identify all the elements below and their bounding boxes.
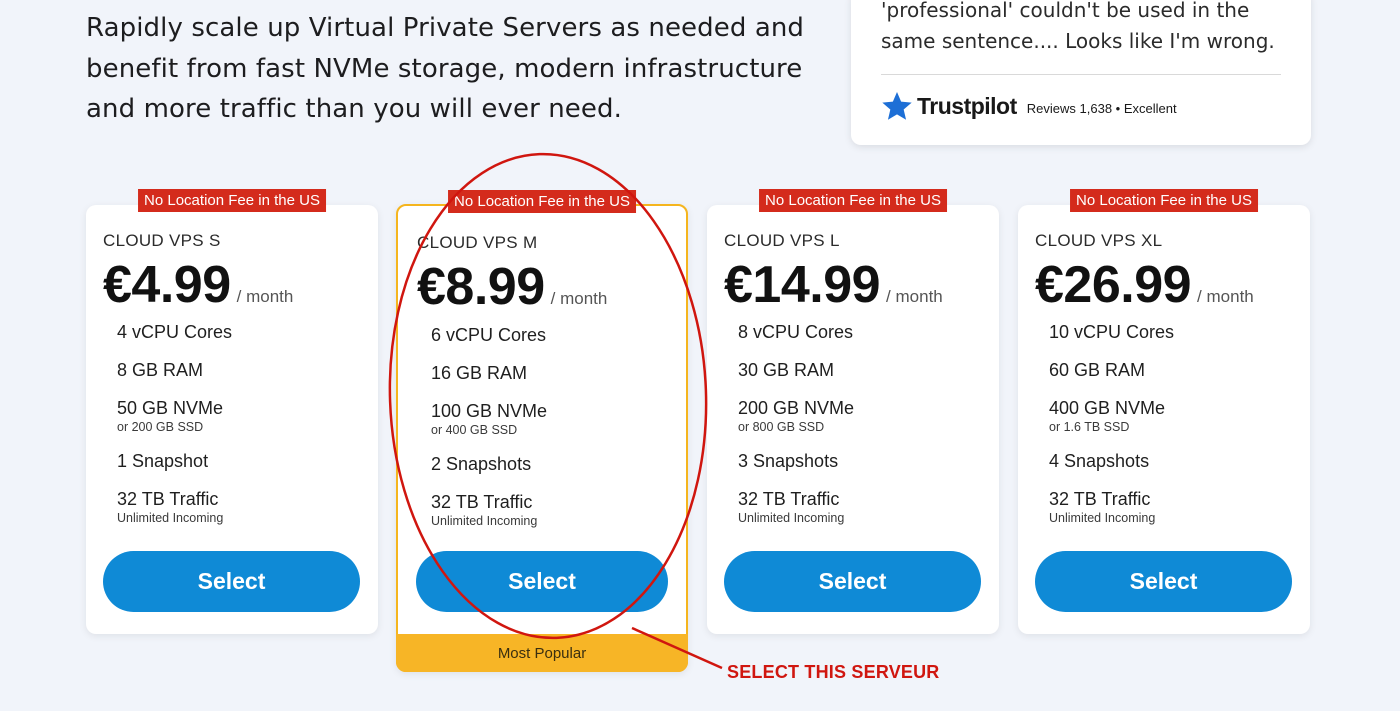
feature-snapshot: 1 Snapshot: [117, 451, 209, 471]
trustpilot-star-icon: [882, 92, 912, 120]
location-fee-badge: No Location Fee in the US: [138, 189, 326, 212]
review-quote: 'professional' couldn't be used in the s…: [881, 0, 1275, 53]
price-row: €26.99 / month: [1035, 255, 1254, 315]
feature-snapshot: 2 Snapshots: [431, 454, 532, 474]
select-button-s[interactable]: Select: [103, 551, 360, 612]
feature-snapshot: 4 Snapshots: [1049, 451, 1150, 471]
price-row: €8.99 / month: [417, 257, 607, 317]
select-button-m[interactable]: Select: [416, 551, 668, 612]
price-period: / month: [550, 289, 608, 308]
feature-storage: 100 GB NVMe or 400 GB SSD: [431, 401, 548, 437]
feature-cpu: 6 vCPU Cores: [431, 325, 547, 345]
feature-list: 4 vCPU Cores 8 GB RAM 50 GB NVMe or 200 G…: [117, 322, 368, 542]
feature-list: 8 vCPU Cores 30 GB RAM 200 GB NVMe or 800…: [738, 322, 989, 542]
plan-card-s: No Location Fee in the US CLOUD VPS S €4…: [86, 189, 378, 634]
review-card: 'professional' couldn't be used in the s…: [851, 0, 1311, 145]
feature-ram: 60 GB RAM: [1049, 360, 1146, 380]
feature-ram: 8 GB RAM: [117, 360, 204, 380]
select-button-l[interactable]: Select: [724, 551, 981, 612]
location-fee-badge: No Location Fee in the US: [1070, 189, 1258, 212]
plan-card-xl: No Location Fee in the US CLOUD VPS XL €…: [1018, 189, 1310, 634]
feature-traffic: 32 TB Traffic Unlimited Incoming: [738, 489, 845, 525]
feature-cpu: 10 vCPU Cores: [1049, 322, 1175, 342]
feature-ram: 16 GB RAM: [431, 363, 528, 383]
plan-price: €4.99: [103, 256, 231, 314]
feature-storage: 50 GB NVMe or 200 GB SSD: [117, 398, 224, 434]
price-row: €14.99 / month: [724, 255, 943, 315]
location-fee-badge: No Location Fee in the US: [448, 190, 636, 213]
feature-storage: 200 GB NVMe or 800 GB SSD: [738, 398, 855, 434]
select-button-xl[interactable]: Select: [1035, 551, 1292, 612]
feature-list: 10 vCPU Cores 60 GB RAM 400 GB NVMe or 1.…: [1049, 322, 1300, 542]
feature-ram: 30 GB RAM: [738, 360, 835, 380]
feature-cpu: 8 vCPU Cores: [738, 322, 854, 342]
plan-price: €14.99: [724, 256, 881, 314]
plan-price: €8.99: [417, 258, 545, 316]
most-popular-label: Most Popular: [396, 634, 688, 672]
feature-traffic: 32 TB Traffic Unlimited Incoming: [117, 489, 224, 525]
trustpilot-logo-text: Trustpilot: [917, 92, 1017, 119]
location-fee-badge: No Location Fee in the US: [759, 189, 947, 212]
divider: [881, 74, 1281, 75]
plan-name: CLOUD VPS L: [724, 231, 840, 250]
plan-card-m: No Location Fee in the US CLOUD VPS M €8…: [396, 190, 688, 672]
plan-name: CLOUD VPS M: [417, 233, 538, 252]
trustpilot-meta: Reviews 1,638 • Excellent: [1026, 100, 1177, 116]
plan-name: CLOUD VPS XL: [1035, 231, 1163, 250]
feature-traffic: 32 TB Traffic Unlimited Incoming: [1049, 489, 1156, 525]
plan-price: €26.99: [1035, 256, 1192, 314]
feature-traffic: 32 TB Traffic Unlimited Incoming: [431, 492, 538, 528]
feature-list: 6 vCPU Cores 16 GB RAM 100 GB NVMe or 400…: [431, 325, 676, 545]
price-period: / month: [1197, 287, 1254, 306]
plan-name: CLOUD VPS S: [103, 231, 221, 250]
plan-card-l: No Location Fee in the US CLOUD VPS L €1…: [707, 189, 999, 634]
feature-storage: 400 GB NVMe or 1.6 TB SSD: [1049, 398, 1166, 434]
price-period: / month: [886, 287, 943, 306]
feature-snapshot: 3 Snapshots: [738, 451, 839, 471]
hero-description: Rapidly scale up Virtual Private Servers…: [86, 13, 805, 124]
annotation-label: SELECT THIS SERVEUR: [727, 662, 940, 682]
feature-cpu: 4 vCPU Cores: [117, 322, 233, 342]
price-period: / month: [236, 287, 294, 306]
price-row: €4.99 / month: [103, 255, 293, 315]
trustpilot-rating[interactable]: Trustpilot Reviews 1,638 • Excellent: [881, 90, 1177, 122]
